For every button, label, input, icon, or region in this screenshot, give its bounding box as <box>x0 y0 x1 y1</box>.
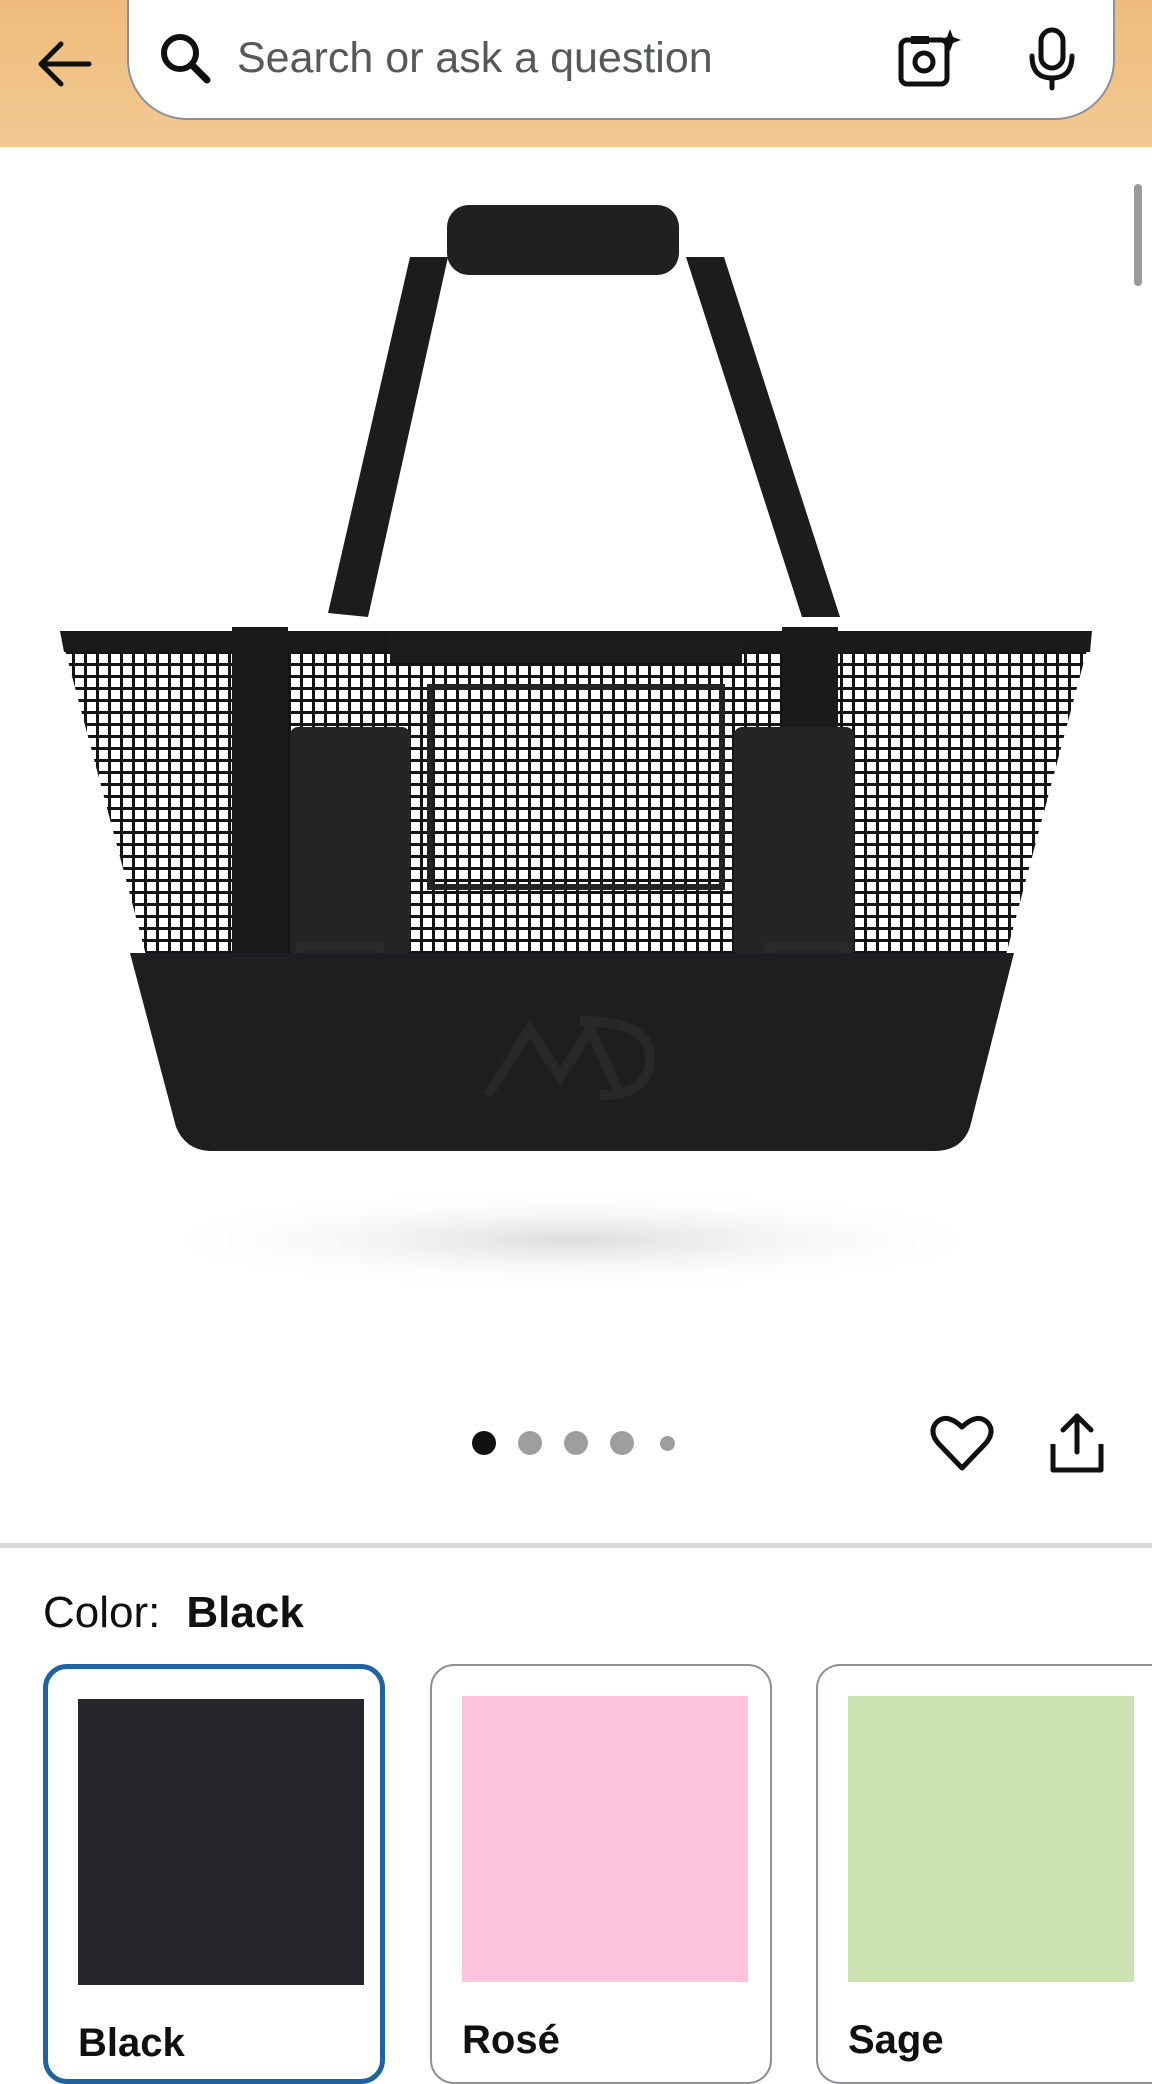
swatch-color-rose <box>462 1696 748 1982</box>
mesh-tote-bag-image <box>60 205 1092 1292</box>
carousel-dot[interactable] <box>564 1431 588 1455</box>
heart-icon[interactable] <box>929 1410 995 1476</box>
carousel-dot[interactable] <box>518 1431 542 1455</box>
color-selection-label: Color: Black <box>43 1588 304 1638</box>
swatch-color-sage <box>848 1696 1134 1982</box>
carousel-dot[interactable] <box>610 1431 634 1455</box>
search-icon <box>161 34 211 84</box>
swatch-label-sage: Sage <box>848 2018 944 2062</box>
arrow-left-icon <box>38 41 92 87</box>
color-label: Color: <box>43 1588 161 1637</box>
search-input[interactable]: Search or ask a question <box>237 34 713 83</box>
top-search-header: Search or ask a question <box>0 0 1152 147</box>
swatch-label-rose: Rosé <box>462 2018 560 2062</box>
section-divider <box>0 1543 1152 1548</box>
color-swatch-black[interactable]: Black <box>43 1664 385 2084</box>
back-button[interactable] <box>26 26 102 102</box>
swatch-color-black <box>78 1699 364 1985</box>
swatch-label-black: Black <box>78 2021 185 2065</box>
camera-sparkle-icon[interactable] <box>895 26 961 92</box>
scrollbar-thumb[interactable] <box>1134 184 1142 286</box>
carousel-dot[interactable] <box>660 1436 675 1451</box>
color-swatch-rose[interactable]: Rosé <box>430 1664 772 2084</box>
search-bar[interactable]: Search or ask a question <box>127 0 1115 120</box>
carousel-dot-active[interactable] <box>472 1431 496 1455</box>
share-icon[interactable] <box>1047 1410 1107 1476</box>
product-image[interactable] <box>0 147 1152 1377</box>
color-swatch-sage[interactable]: Sage <box>816 1664 1152 2084</box>
selected-color-value: Black <box>186 1588 304 1637</box>
microphone-icon[interactable] <box>1019 26 1085 92</box>
